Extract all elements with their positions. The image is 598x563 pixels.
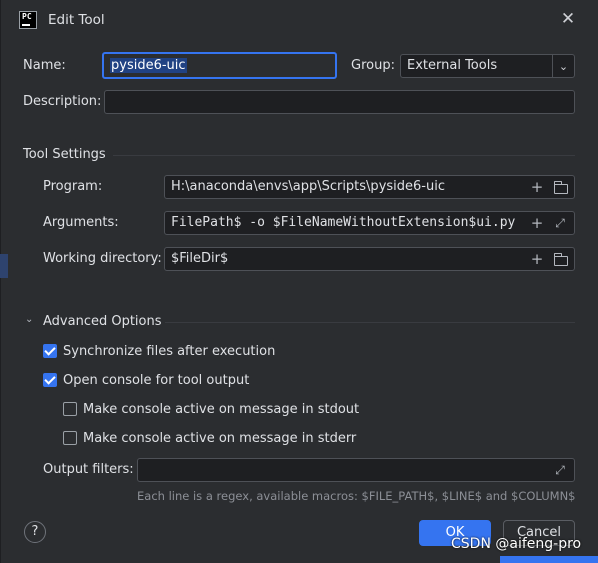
folder-icon[interactable]	[554, 181, 568, 194]
output-filters-label: Output filters:	[43, 462, 134, 477]
output-filters-input[interactable]: ⤢	[137, 458, 575, 482]
background-selection-strip	[0, 254, 8, 278]
open-console-checkbox[interactable]	[43, 373, 57, 387]
name-label: Name:	[23, 58, 66, 73]
advanced-options-separator	[165, 322, 575, 323]
console-active-stdout-label[interactable]: Make console active on message in stdout	[83, 402, 359, 417]
arguments-input[interactable]: FilePath$ -o $FileNameWithoutExtension$u…	[164, 211, 575, 235]
console-active-stderr-label[interactable]: Make console active on message in stderr	[83, 431, 356, 446]
window-edge	[0, 0, 1, 563]
add-macro-icon[interactable]: +	[529, 179, 545, 195]
dialog-title: Edit Tool	[48, 12, 105, 28]
name-input-value: pyside6-uic	[110, 58, 187, 73]
working-directory-value: $FileDir$	[171, 251, 229, 266]
add-macro-icon[interactable]: +	[529, 251, 545, 267]
group-selected-value: External Tools	[407, 58, 498, 73]
program-value: H:\anaconda\envs\app\Scripts\pyside6-uic	[171, 179, 445, 194]
background-accent-strip	[500, 556, 598, 563]
expand-icon[interactable]: ⤢	[552, 462, 568, 478]
group-label: Group:	[351, 58, 395, 73]
console-active-stderr-checkbox[interactable]	[63, 431, 77, 445]
working-directory-input[interactable]: $FileDir$ +	[164, 247, 575, 271]
chevron-down-icon[interactable]: ⌄	[552, 55, 574, 77]
program-label: Program:	[43, 179, 103, 194]
chevron-down-icon[interactable]: ⌄	[25, 314, 33, 325]
open-console-label[interactable]: Open console for tool output	[63, 373, 249, 388]
pycharm-logo-icon: PC	[19, 11, 37, 29]
expand-icon[interactable]: ⤢	[552, 215, 568, 231]
help-button[interactable]: ?	[24, 521, 46, 543]
folder-icon[interactable]	[554, 253, 568, 266]
name-input[interactable]: pyside6-uic	[102, 52, 337, 79]
tool-settings-title: Tool Settings	[23, 147, 106, 162]
watermark-text: CSDN @aifeng-pro	[451, 536, 582, 552]
advanced-options-title[interactable]: Advanced Options	[43, 314, 162, 329]
working-directory-label: Working directory:	[43, 251, 162, 266]
arguments-value: FilePath$ -o $FileNameWithoutExtension$u…	[171, 215, 516, 230]
tool-settings-separator	[113, 155, 575, 156]
arguments-label: Arguments:	[43, 215, 119, 230]
synchronize-files-checkbox[interactable]	[43, 344, 57, 358]
output-filters-hint: Each line is a regex, available macros: …	[137, 489, 576, 503]
console-active-stdout-checkbox[interactable]	[63, 402, 77, 416]
description-input[interactable]	[104, 90, 575, 114]
dialog-titlebar: PC Edit Tool ✕	[0, 0, 598, 40]
add-macro-icon[interactable]: +	[529, 215, 545, 231]
synchronize-files-label[interactable]: Synchronize files after execution	[63, 344, 275, 359]
close-icon[interactable]: ✕	[558, 8, 578, 30]
program-input[interactable]: H:\anaconda\envs\app\Scripts\pyside6-uic…	[164, 175, 575, 199]
group-combobox[interactable]: External Tools ⌄	[400, 54, 575, 78]
description-label: Description:	[23, 94, 102, 109]
